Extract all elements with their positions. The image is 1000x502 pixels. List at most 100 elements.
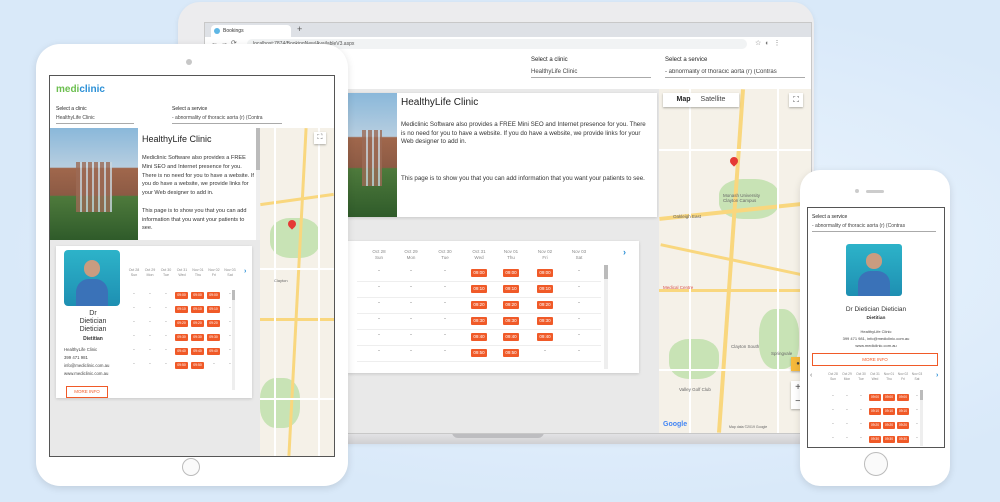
next-week-arrow-icon[interactable]: › <box>244 268 246 275</box>
doctor-name-line: Dietician <box>79 318 107 325</box>
service-select[interactable]: - abnormality of thoracic aorta (r) (Con… <box>172 115 282 124</box>
time-slot-button[interactable]: 09:10 <box>537 285 553 293</box>
location-map[interactable]: Clayton ⛶ <box>260 128 334 456</box>
time-slot-button[interactable]: 09:40 <box>471 333 487 341</box>
day-header: Oct 30 Tue <box>158 268 174 278</box>
time-slot-button[interactable]: 09:20 <box>869 422 881 429</box>
time-slot-button[interactable]: 09:50 <box>503 349 519 357</box>
time-slot-button[interactable]: 09:00 <box>471 269 487 277</box>
doctor-email: info@mediclinic.com.au <box>64 363 110 368</box>
doctor-phone: 399 471 981 <box>64 355 88 360</box>
time-slot-button[interactable]: 09:40 <box>175 348 188 355</box>
no-slot-dash: - <box>846 421 848 427</box>
select-service-label: Select a service <box>812 214 848 220</box>
day-dow: Wed <box>474 255 484 260</box>
day-header: Nov 03 Sat <box>222 268 238 278</box>
time-slot-button[interactable]: 09:10 <box>191 306 204 313</box>
time-slot-button[interactable]: 09:10 <box>207 306 220 313</box>
time-slot-button[interactable]: 09:10 <box>869 408 881 415</box>
day-dow: Tue <box>858 377 864 381</box>
day-header: Nov 01 Thu <box>190 268 206 278</box>
schedule-scroll-thumb[interactable] <box>604 265 608 279</box>
time-slot-button[interactable]: 09:20 <box>207 320 220 327</box>
clinic-description-text: Mediclinic Software also provides a FREE… <box>142 155 254 197</box>
map-road <box>777 89 779 433</box>
time-slot-button[interactable]: 09:00 <box>883 394 895 401</box>
time-slot-button[interactable]: 09:40 <box>207 348 220 355</box>
doctor-photo <box>64 250 120 306</box>
time-slot-button[interactable]: 09:40 <box>503 333 519 341</box>
browser-menu-icons[interactable]: ☆◐⋮ <box>755 39 785 47</box>
time-slot-button[interactable]: 09:00 <box>191 292 204 299</box>
time-slot-button[interactable]: 09:50 <box>191 362 204 369</box>
time-slot-button[interactable]: 09:00 <box>869 394 881 401</box>
time-slot-button[interactable]: 09:00 <box>175 292 188 299</box>
fullscreen-icon[interactable]: ⛶ <box>314 132 326 144</box>
no-slot-dash: - <box>378 284 380 290</box>
no-slot-dash: - <box>578 300 580 306</box>
prev-week-arrow-icon[interactable]: ‹ <box>810 372 812 379</box>
time-slot-button[interactable]: 09:30 <box>537 317 553 325</box>
time-slot-button[interactable]: 09:50 <box>175 362 188 369</box>
time-slot-button[interactable]: 09:10 <box>175 306 188 313</box>
day-dow: Fri <box>211 273 217 277</box>
time-slot-button[interactable]: 09:30 <box>207 334 220 341</box>
time-slot-button[interactable]: 09:50 <box>471 349 487 357</box>
time-slot-button[interactable]: 09:30 <box>897 436 909 443</box>
time-slot-button[interactable]: 09:30 <box>883 436 895 443</box>
clinic-title: HealthyLife Clinic <box>401 97 479 108</box>
no-slot-dash: - <box>133 291 135 297</box>
time-slot-button[interactable]: 09:30 <box>175 334 188 341</box>
map-label: Monash University Clayton Campus <box>723 193 761 203</box>
time-slot-button[interactable]: 09:30 <box>471 317 487 325</box>
time-slot-button[interactable]: 09:00 <box>897 394 909 401</box>
time-slot-button[interactable]: 09:10 <box>897 408 909 415</box>
time-slot-button[interactable]: 09:30 <box>503 317 519 325</box>
time-slot-button[interactable]: 09:20 <box>883 422 895 429</box>
day-dow: Fri <box>901 377 905 381</box>
map-road <box>659 369 811 371</box>
time-slot-button[interactable]: 09:30 <box>191 334 204 341</box>
time-slot-button[interactable]: 09:20 <box>503 301 519 309</box>
next-week-arrow-icon[interactable]: › <box>623 247 626 257</box>
no-slot-dash: - <box>846 393 848 399</box>
location-map[interactable]: Oakleigh East Monash University Clayton … <box>659 89 811 433</box>
map-road <box>660 243 810 278</box>
time-slot-button[interactable]: 09:20 <box>175 320 188 327</box>
time-slot-button[interactable]: 09:00 <box>537 269 553 277</box>
no-slot-dash: - <box>410 316 412 322</box>
service-select[interactable]: - abnormality of thoracic aorta (r) (Con… <box>665 69 805 78</box>
time-slot-button[interactable]: 09:00 <box>207 292 220 299</box>
time-slot-button[interactable]: 09:10 <box>471 285 487 293</box>
more-info-button[interactable]: MORE INFO <box>812 353 938 366</box>
doctor-website: www.mediclinic.com.au <box>855 343 897 348</box>
no-slot-dash: - <box>213 361 215 367</box>
next-week-arrow-icon[interactable]: › <box>936 372 938 379</box>
clinic-select[interactable]: HealthyLife Clinic <box>56 115 134 124</box>
time-slot-button[interactable]: 09:00 <box>503 269 519 277</box>
browser-tab[interactable]: Bookings <box>211 25 291 37</box>
new-tab-icon[interactable]: + <box>297 24 302 34</box>
service-select[interactable]: - abnormality of thoracic aorta (r) (Con… <box>812 223 936 232</box>
no-slot-dash: - <box>149 333 151 339</box>
time-slot-button[interactable]: 09:20 <box>537 301 553 309</box>
time-slot-button[interactable]: 09:10 <box>883 408 895 415</box>
time-slot-button[interactable]: 09:30 <box>869 436 881 443</box>
no-slot-dash: - <box>378 300 380 306</box>
map-tab-satellite[interactable]: Satellite <box>701 96 726 103</box>
time-slot-button[interactable]: 09:40 <box>537 333 553 341</box>
time-slot-button[interactable]: 09:20 <box>897 422 909 429</box>
no-slot-dash: - <box>133 361 135 367</box>
clinic-select[interactable]: HealthyLife Clinic <box>531 69 651 78</box>
map-tab-map[interactable]: Map <box>677 96 691 103</box>
time-slot-button[interactable]: 09:40 <box>191 348 204 355</box>
time-slot-button[interactable]: 09:20 <box>191 320 204 327</box>
schedule-scrollbar[interactable] <box>604 265 608 369</box>
fullscreen-icon[interactable]: ⛶ <box>789 93 803 107</box>
day-header: Oct 29 Mon <box>840 372 854 382</box>
time-slot-button[interactable]: 09:10 <box>503 285 519 293</box>
more-info-button[interactable]: MORE INFO <box>66 386 108 398</box>
time-slot-button[interactable]: 09:20 <box>471 301 487 309</box>
no-slot-dash: - <box>832 421 834 427</box>
map-label: Medical Centre <box>663 285 694 290</box>
